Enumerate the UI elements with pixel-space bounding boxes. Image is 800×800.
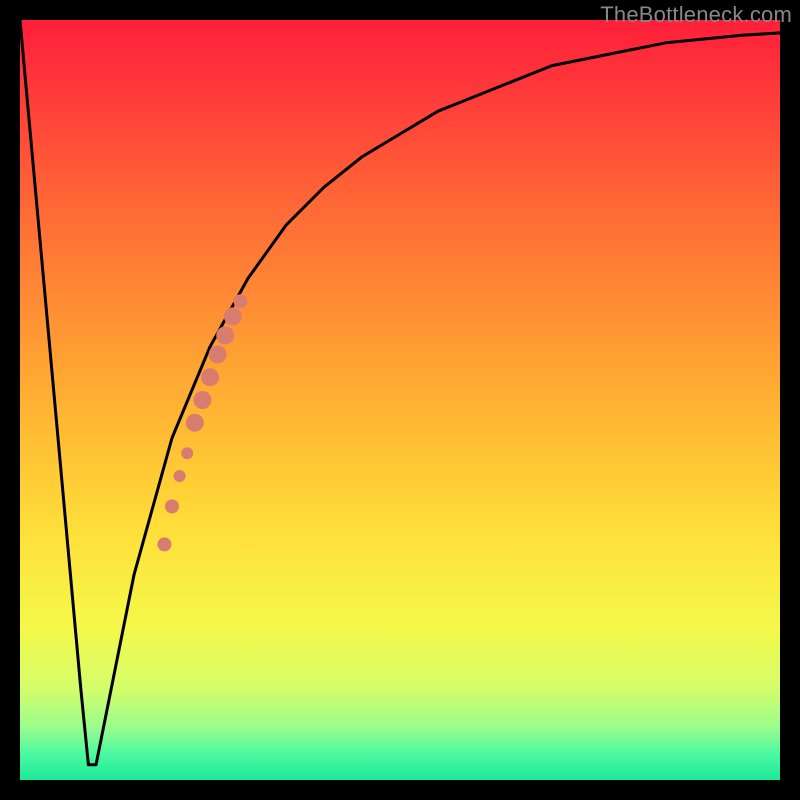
chart-frame: TheBottleneck.com xyxy=(0,0,800,800)
highlight-point xyxy=(165,499,179,513)
highlight-point xyxy=(224,307,242,325)
highlight-point xyxy=(174,470,186,482)
highlight-point xyxy=(216,326,234,344)
bottleneck-chart xyxy=(20,20,780,780)
highlight-point xyxy=(181,447,193,459)
highlight-point xyxy=(233,294,247,308)
highlight-point xyxy=(209,345,227,363)
watermark-label: TheBottleneck.com xyxy=(600,2,792,28)
highlight-point xyxy=(201,368,219,386)
highlight-point xyxy=(186,414,204,432)
highlight-point xyxy=(193,391,211,409)
highlight-point xyxy=(157,537,171,551)
